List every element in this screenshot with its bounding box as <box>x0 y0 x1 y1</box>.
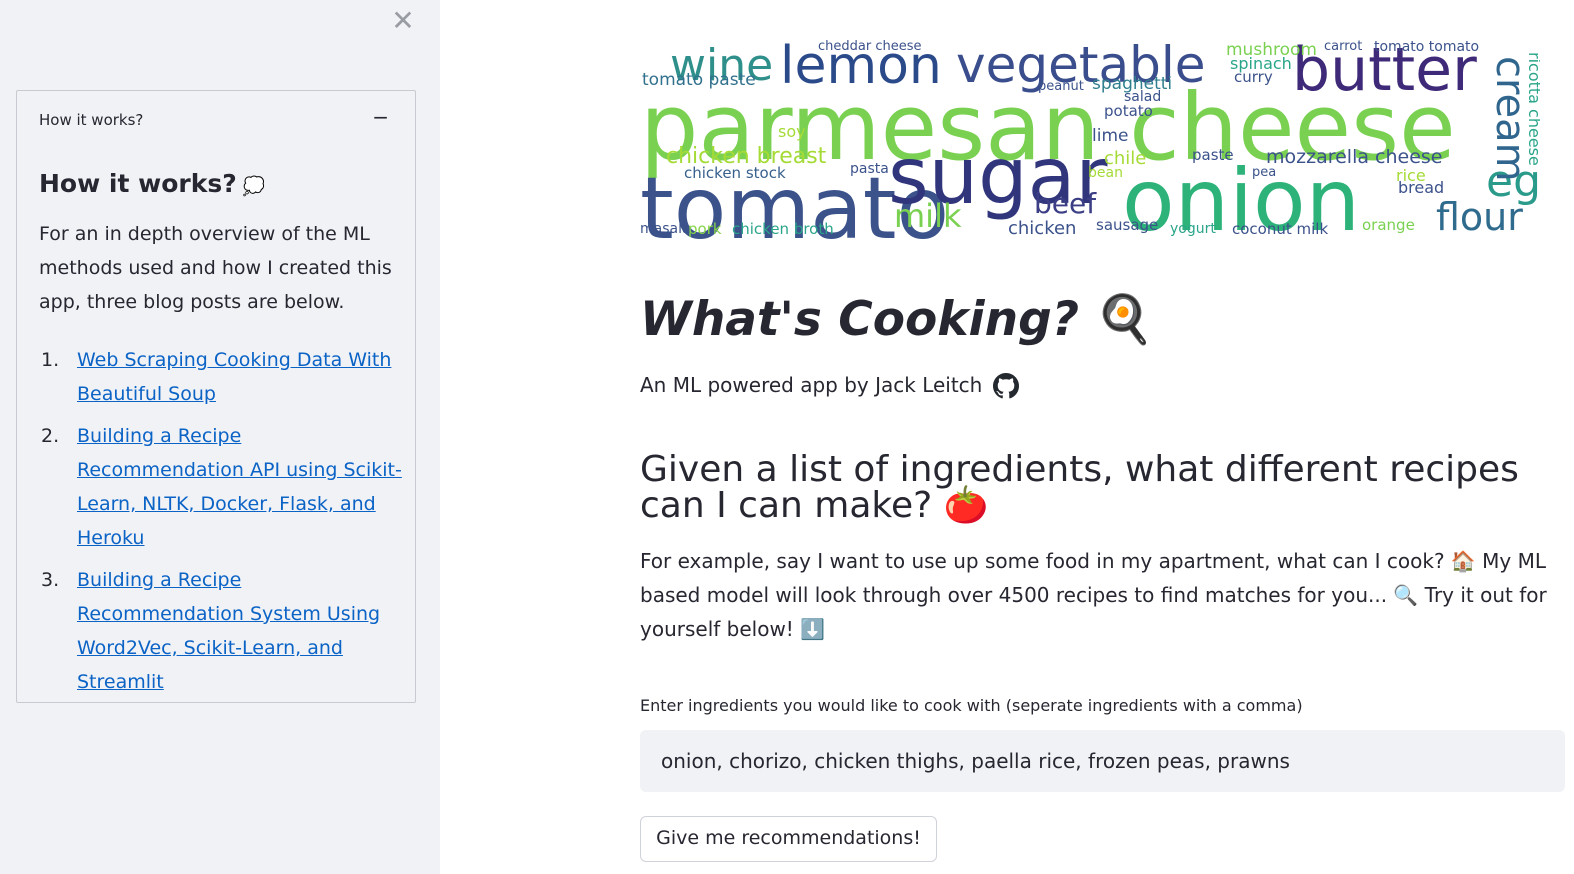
wordcloud-word: bean <box>1088 165 1123 181</box>
expander-title: How it works? 💭 <box>39 169 265 198</box>
blog-link-item: 3. Building a Recipe Recommendation Syst… <box>39 563 409 699</box>
ingredients-input[interactable] <box>640 730 1565 792</box>
wordcloud-word: curry <box>1234 68 1273 86</box>
wordcloud-word: masala <box>640 221 691 237</box>
wordcloud-word: pea <box>1252 165 1277 180</box>
wordcloud-word: sausage <box>1096 216 1159 234</box>
page-title-text: What's Cooking? <box>640 292 1080 347</box>
expander-intro: For an in depth overview of the ML metho… <box>39 223 392 313</box>
wordcloud-word: potato <box>1104 102 1153 120</box>
github-icon[interactable] <box>992 373 1019 399</box>
blog-link-web-scraping[interactable]: Web Scraping Cooking Data With Beautiful… <box>77 349 391 405</box>
close-sidebar-icon[interactable]: ✕ <box>389 6 417 36</box>
tomato-icon: 🍅 <box>943 485 989 526</box>
expander-title-text: How it works? <box>39 169 237 198</box>
blog-link-word2vec[interactable]: Building a Recipe Recommendation System … <box>77 569 380 693</box>
list-number: 3. <box>41 569 60 591</box>
blog-links-list: 1. Web Scraping Cooking Data With Beauti… <box>39 343 409 707</box>
section-heading-text: Given a list of ingredients, what differ… <box>640 449 1519 526</box>
wordcloud-word: cheddar cheese <box>818 39 922 54</box>
wordcloud-word: tomato tomato <box>1374 39 1480 55</box>
ingredients-input-label: Enter ingredients you would like to cook… <box>640 696 1303 715</box>
wordcloud-word: cream <box>1487 56 1533 182</box>
wordcloud-word: milk <box>894 197 962 235</box>
wordcloud-word: pork <box>688 220 722 238</box>
wordcloud-word: mozzarella cheese <box>1266 146 1443 168</box>
list-number: 2. <box>41 425 60 447</box>
ingredient-wordcloud-image: parmesan cheese tomato sugar onion butter veg… <box>640 38 1540 242</box>
list-number: 1. <box>41 349 60 371</box>
section-heading: Given a list of ingredients, what differ… <box>640 452 1560 524</box>
wordcloud-word: orange <box>1362 216 1415 234</box>
intro-paragraph: For example, say I want to use up some f… <box>640 549 1547 641</box>
wordcloud-word: chicken broth <box>732 220 834 238</box>
blog-link-item: 1. Web Scraping Cooking Data With Beauti… <box>39 343 409 411</box>
wordcloud-word: soy <box>778 122 806 141</box>
page-title: What's Cooking? 🍳 <box>640 292 1154 347</box>
subtitle-text: An ML powered app by Jack Leitch <box>640 373 983 397</box>
wordcloud-word: salad <box>1124 89 1162 105</box>
recommendations-button[interactable]: Give me recommendations! <box>640 816 937 862</box>
sidebar: ✕ How it works? − How it works? 💭 For an … <box>0 0 440 874</box>
subtitle: An ML powered app by Jack Leitch <box>640 373 1019 399</box>
wordcloud-word: chicken stock <box>684 164 786 182</box>
how-it-works-expander: How it works? − How it works? 💭 For an in… <box>16 90 416 703</box>
wordcloud-word: pasta <box>850 161 889 177</box>
wordcloud-word: tomato paste <box>642 70 756 90</box>
wordcloud-word: flour <box>1436 195 1523 239</box>
blog-link-recommendation-api[interactable]: Building a Recipe Recommendation API usi… <box>77 425 402 549</box>
frying-pan-icon: 🍳 <box>1095 292 1154 347</box>
wordcloud-word: coconut milk <box>1232 220 1329 238</box>
wordcloud-word: paste <box>1192 146 1234 164</box>
wordcloud-word: ricotta cheese <box>1525 52 1540 166</box>
collapse-icon[interactable]: − <box>372 105 389 129</box>
wordcloud-word: yogurt <box>1170 221 1216 237</box>
blog-link-item: 2. Building a Recipe Recommendation API … <box>39 419 409 555</box>
wordcloud-word: carrot <box>1324 39 1363 54</box>
wordcloud-word: peanut <box>1038 79 1084 94</box>
wordcloud-word: beef <box>1034 187 1097 220</box>
expander-header[interactable]: How it works? <box>39 111 143 129</box>
wordcloud-word: bread <box>1398 178 1445 197</box>
wordcloud-word: lime <box>1092 126 1129 146</box>
thought-bubble-icon: 💭 <box>242 176 266 197</box>
wordcloud-word: chicken <box>1008 218 1077 239</box>
